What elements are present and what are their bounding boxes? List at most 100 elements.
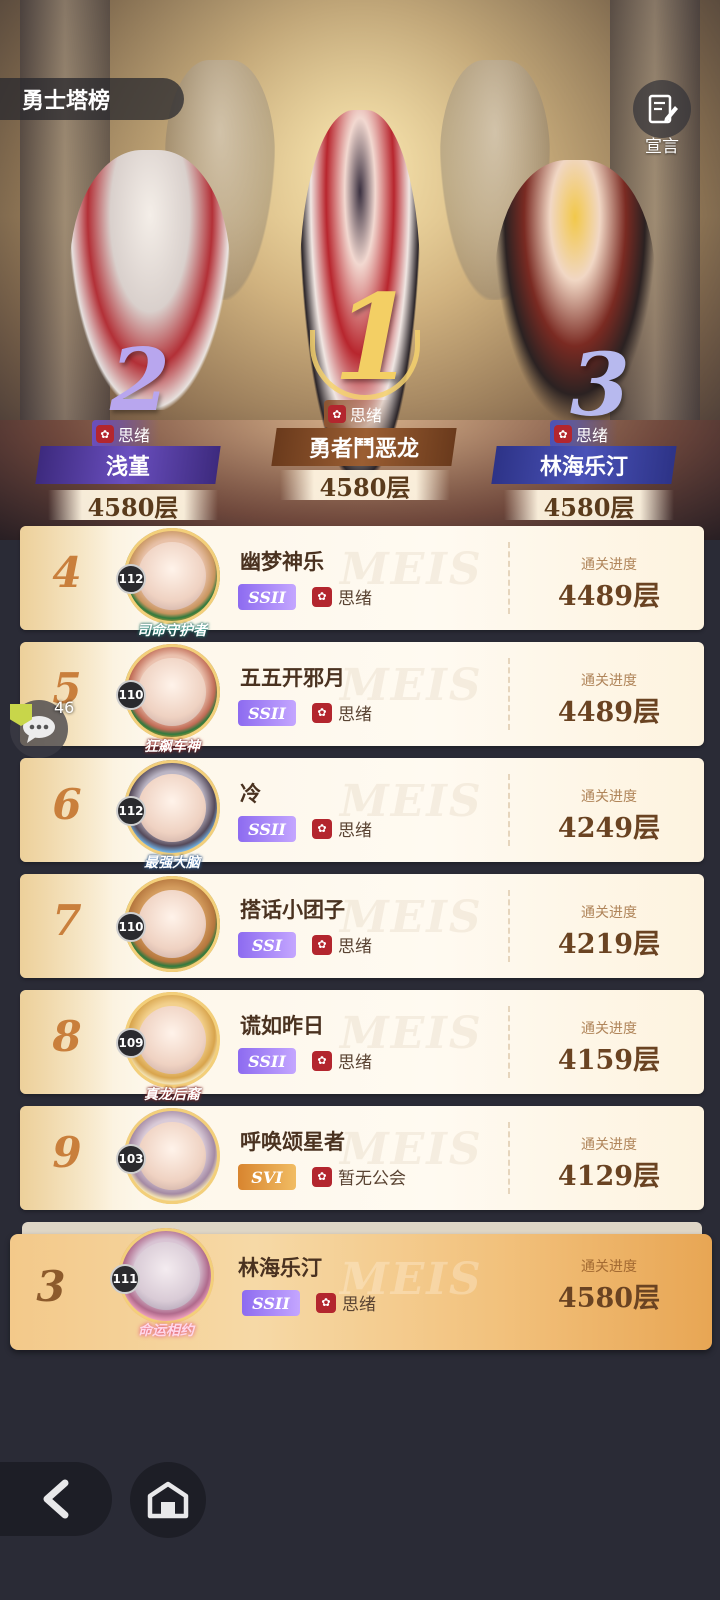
my-progress-label: 通关进度 [581, 1259, 637, 1275]
my-guild: ✿ 思绪 [316, 1290, 376, 1315]
progress-value: 4489层 [557, 697, 661, 728]
back-arrow-icon [43, 1479, 69, 1519]
rank-number: 9 [52, 1128, 82, 1177]
guild-rose-icon: ✿ [312, 818, 332, 839]
avatar-portrait [132, 1242, 200, 1310]
player-name: 呼唤颂星者 [240, 1130, 345, 1154]
tier-badge: SVI [238, 1164, 296, 1190]
player-avatar[interactable]: 110 [112, 876, 232, 996]
player-avatar[interactable]: 112 司命守护者 [112, 528, 232, 648]
podium-rank-3-name[interactable]: 林海乐汀 [491, 446, 677, 484]
my-rank-number: 3 [36, 1262, 66, 1311]
guild-rose-icon: ✿ [312, 586, 332, 607]
podium-rank-1-floors: 4580层 [280, 470, 450, 502]
podium-rank-2-number: 2 [110, 330, 170, 431]
my-rank-card[interactable]: MEIS 3 111 命运相约 林海乐汀 SSII ✿ 思绪 通关进度 4580… [10, 1228, 712, 1350]
tier-badge: SSI [238, 932, 296, 958]
level-badge: 109 [116, 1028, 146, 1058]
progress-value: 4219层 [557, 929, 661, 960]
progress-label: 通关进度 [581, 673, 637, 689]
podium-rank-2-floors: 4580层 [48, 490, 218, 522]
chat-count: 46 [54, 698, 75, 717]
avatar-title-ribbon [126, 966, 218, 990]
rank-number: 6 [52, 780, 82, 829]
page-title: 勇士塔榜 [0, 78, 184, 120]
player-name: 搭话小团子 [240, 898, 345, 922]
rank-row[interactable]: MEIS 5 110 狂飙车神 五五开邪月 SSII ✿ 思绪 通关进度 448… [20, 642, 704, 755]
player-name: 冷 [240, 782, 261, 806]
guild-name: 思绪 [338, 705, 372, 725]
rank-row[interactable]: MEIS 6 112 最强大脑 冷 SSII ✿ 思绪 通关进度 4249层 [20, 758, 704, 871]
guild-info: ✿ 暂无公会 [312, 1164, 406, 1189]
tier-badge: SSII [238, 816, 296, 842]
guild-rose-icon: ✿ [312, 1166, 332, 1187]
guild-rose-icon: ✿ [554, 425, 572, 443]
my-player-name: 林海乐汀 [238, 1256, 322, 1280]
progress-label: 通关进度 [581, 1021, 637, 1037]
guild-rose-icon: ✿ [312, 934, 332, 955]
level-badge: 112 [116, 796, 146, 826]
level-badge: 110 [116, 912, 146, 942]
rank-row[interactable]: MEIS 8 109 真龙后裔 谎如昨日 SSII ✿ 思绪 通关进度 4159… [20, 990, 704, 1103]
level-badge: 103 [116, 1144, 146, 1174]
my-tier-badge: SSII [242, 1290, 300, 1316]
divider [508, 658, 510, 730]
guild-info: ✿ 思绪 [312, 1048, 372, 1073]
avatar-portrait [138, 542, 206, 610]
player-avatar[interactable]: 110 狂飙车神 [112, 644, 232, 764]
divider [508, 774, 510, 846]
guild-rose-icon: ✿ [316, 1292, 336, 1313]
level-badge: 111 [110, 1264, 140, 1294]
guild-info: ✿ 思绪 [312, 700, 372, 725]
player-avatar[interactable]: 109 真龙后裔 [112, 992, 232, 1112]
podium-rank-1-name[interactable]: 勇者鬥恶龙 [271, 428, 457, 466]
podium-rank-3-floors: 4580层 [504, 490, 674, 522]
avatar-portrait [138, 890, 206, 958]
avatar-title-ribbon: 最强大脑 [144, 855, 200, 871]
progress-value: 4129层 [557, 1161, 661, 1192]
podium-rank-3-guild: ✿ 思绪 [550, 420, 619, 448]
divider [508, 1006, 510, 1078]
podium-rank-2-guild: ✿ 思绪 [92, 420, 161, 448]
guild-name: 思绪 [338, 1053, 372, 1073]
avatar-title-ribbon [126, 1198, 218, 1222]
avatar-title-ribbon: 真龙后裔 [144, 1087, 200, 1103]
guild-info: ✿ 思绪 [312, 932, 372, 957]
guild-info: ✿ 思绪 [312, 584, 372, 609]
divider [508, 890, 510, 962]
player-name: 幽梦神乐 [240, 550, 324, 574]
rank-number: 7 [52, 896, 82, 945]
back-button[interactable] [0, 1462, 112, 1536]
my-progress-value: 4580层 [557, 1283, 661, 1314]
rank-row[interactable]: MEIS 4 112 司命守护者 幽梦神乐 SSII ✿ 思绪 通关进度 448… [20, 526, 704, 639]
home-button[interactable] [130, 1462, 206, 1538]
progress-value: 4249层 [557, 813, 661, 844]
level-badge: 112 [116, 564, 146, 594]
progress-value: 4159层 [557, 1045, 661, 1076]
home-icon [147, 1481, 189, 1519]
guild-rose-icon: ✿ [312, 1050, 332, 1071]
progress-label: 通关进度 [581, 905, 637, 921]
avatar-title-ribbon: 狂飙车神 [144, 739, 200, 755]
guild-name: 思绪 [338, 821, 372, 841]
edit-note-icon [633, 80, 691, 138]
player-avatar[interactable]: 112 最强大脑 [112, 760, 232, 880]
progress-value: 4489层 [557, 581, 661, 612]
avatar-portrait [138, 658, 206, 726]
player-avatar[interactable]: 103 [112, 1108, 232, 1228]
rank-row[interactable]: MEIS 9 103 呼唤颂星者 SVI ✿ 暂无公会 通关进度 4129层 [20, 1106, 704, 1210]
player-name: 谎如昨日 [240, 1014, 324, 1038]
guild-name: 暂无公会 [338, 1169, 406, 1189]
guild-rose-icon: ✿ [96, 425, 114, 443]
declare-button[interactable]: 宣言 [632, 80, 692, 157]
tier-badge: SSII [238, 700, 296, 726]
podium-rank-2-name[interactable]: 浅堇 [35, 446, 221, 484]
my-avatar[interactable]: 111 命运相约 [106, 1228, 226, 1348]
rank-row[interactable]: MEIS 7 110 搭话小团子 SSI ✿ 思绪 通关进度 4219层 [20, 874, 704, 978]
tier-badge: SSII [238, 1048, 296, 1074]
progress-label: 通关进度 [581, 1137, 637, 1153]
progress-label: 通关进度 [581, 557, 637, 573]
player-name: 五五开邪月 [240, 666, 345, 690]
guild-name: 思绪 [338, 589, 372, 609]
tier-badge: SSII [238, 584, 296, 610]
